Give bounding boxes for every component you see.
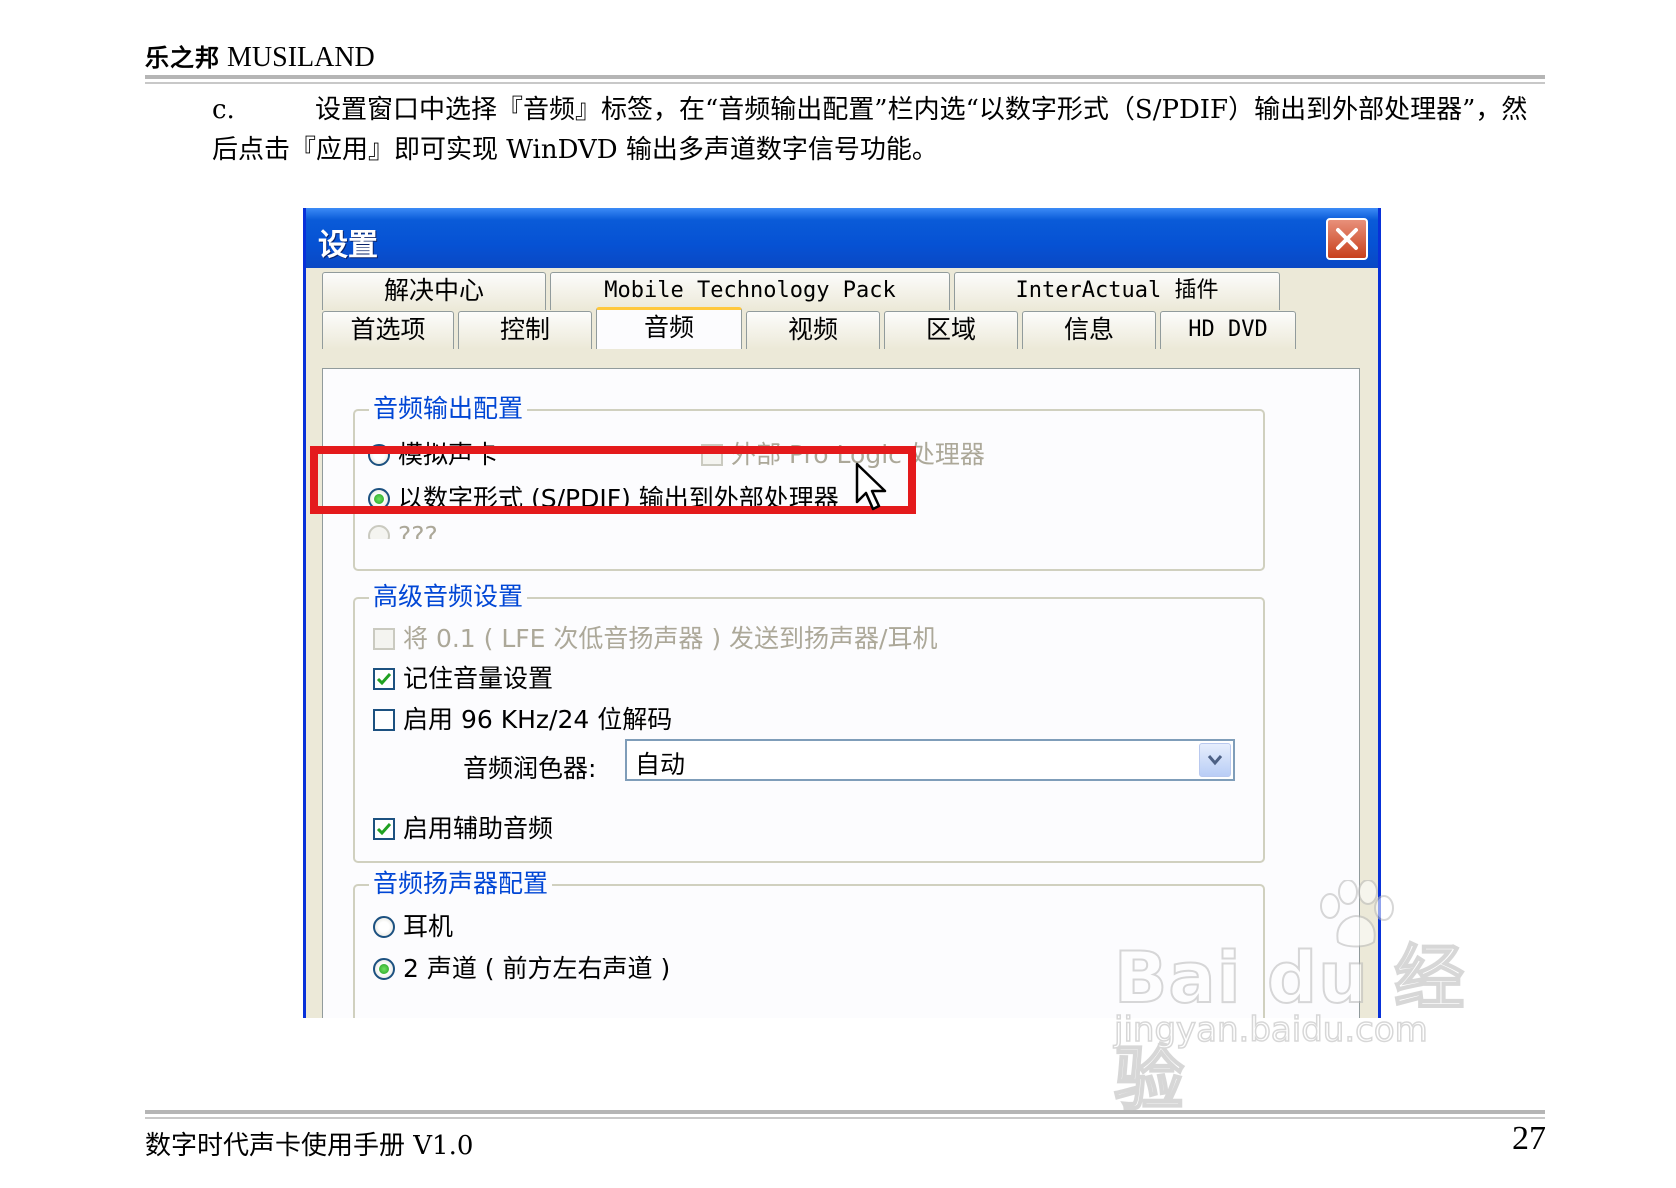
tab-interactual-plugin[interactable]: InterActual 插件 bbox=[954, 272, 1280, 310]
highlight-box bbox=[310, 446, 916, 514]
brand-english: MUSILAND bbox=[227, 42, 375, 73]
group-title-audio-output: 音频输出配置 bbox=[369, 389, 528, 425]
checkbox-96k[interactable] bbox=[373, 709, 395, 731]
dropdown-button[interactable] bbox=[1199, 743, 1231, 777]
checkbox-aux-audio[interactable] bbox=[373, 818, 395, 840]
checkbox-remember-volume[interactable] bbox=[373, 668, 395, 690]
enhancer-dropdown[interactable]: 自动 bbox=[625, 739, 1235, 781]
tab-video[interactable]: 视频 bbox=[746, 311, 880, 349]
close-button[interactable] bbox=[1326, 218, 1368, 260]
dialog-title: 设置 bbox=[318, 228, 378, 263]
two-channel-option[interactable]: 2 声道 ( 前方左右声道 ) bbox=[373, 949, 670, 985]
enhancer-value: 自动 bbox=[635, 750, 686, 779]
tab-preferences[interactable]: 首选项 bbox=[322, 311, 454, 349]
checkmark-icon bbox=[376, 673, 392, 686]
checkmark-icon bbox=[376, 823, 392, 836]
header-rule-thin bbox=[145, 82, 1545, 84]
lfe-label: 将 0.1 ( LFE 次低音扬声器 ) 发送到扬声器/耳机 bbox=[403, 624, 938, 653]
tab-mobile-technology-pack[interactable]: Mobile Technology Pack bbox=[550, 272, 950, 310]
radio-headphones[interactable] bbox=[373, 916, 395, 938]
enable-96k-option[interactable]: 启用 96 KHz/24 位解码 bbox=[373, 700, 672, 736]
tab-control[interactable]: 控制 bbox=[458, 311, 592, 349]
mouse-cursor-icon bbox=[855, 462, 887, 511]
chevron-down-icon bbox=[1207, 755, 1223, 766]
third-option-label: ??? bbox=[398, 521, 438, 539]
tab-info[interactable]: 信息 bbox=[1022, 311, 1156, 349]
step-label: c. bbox=[212, 95, 235, 125]
radio-two-channel[interactable] bbox=[373, 958, 395, 980]
headphones-label: 耳机 bbox=[403, 912, 454, 941]
instruction-paragraph: c. 设置窗口中选择『音频』标签，在“音频输出配置”栏内选“以数字形式（S/PDI… bbox=[212, 90, 1547, 170]
radio-third bbox=[368, 525, 390, 539]
footer-title: 数字时代声卡使用手册 V1.0 bbox=[145, 1131, 474, 1161]
title-bar[interactable]: 设置 bbox=[306, 208, 1378, 268]
enhancer-label: 音频润色器: bbox=[463, 754, 597, 783]
tab-solution-center[interactable]: 解决中心 bbox=[322, 272, 546, 310]
settings-dialog: 设置 解决中心 Mobile Technology Pack InterActu… bbox=[303, 208, 1381, 1018]
aux-audio-option[interactable]: 启用辅助音频 bbox=[373, 809, 553, 845]
third-option-partial: ??? bbox=[368, 521, 438, 539]
remember-volume-option[interactable]: 记住音量设置 bbox=[373, 659, 553, 695]
group-title-speaker: 音频扬声器配置 bbox=[369, 864, 553, 900]
remember-volume-label: 记住音量设置 bbox=[403, 664, 554, 693]
footer-rule bbox=[145, 1110, 1545, 1114]
close-icon bbox=[1336, 228, 1358, 250]
lfe-option: 将 0.1 ( LFE 次低音扬声器 ) 发送到扬声器/耳机 bbox=[373, 619, 937, 655]
document-header: 乐之邦 MUSILAND bbox=[145, 38, 375, 74]
footer-rule-thin bbox=[145, 1117, 1545, 1119]
checkbox-lfe bbox=[373, 628, 395, 650]
group-title-advanced: 高级音频设置 bbox=[369, 577, 528, 613]
instruction-text: 设置窗口中选择『音频』标签，在“音频输出配置”栏内选“以数字形式（S/PDIF）… bbox=[212, 95, 1528, 165]
enable-96k-label: 启用 96 KHz/24 位解码 bbox=[403, 705, 673, 734]
aux-audio-label: 启用辅助音频 bbox=[403, 814, 554, 843]
headphones-option[interactable]: 耳机 bbox=[373, 907, 453, 943]
two-channel-label: 2 声道 ( 前方左右声道 ) bbox=[403, 954, 671, 983]
header-rule bbox=[145, 75, 1545, 79]
brand-chinese: 乐之邦 bbox=[145, 43, 220, 72]
tab-hd-dvd[interactable]: HD DVD bbox=[1160, 311, 1296, 349]
tab-region[interactable]: 区域 bbox=[884, 311, 1018, 349]
tab-audio[interactable]: 音频 bbox=[596, 307, 742, 349]
page-number: 27 bbox=[1512, 1120, 1546, 1157]
